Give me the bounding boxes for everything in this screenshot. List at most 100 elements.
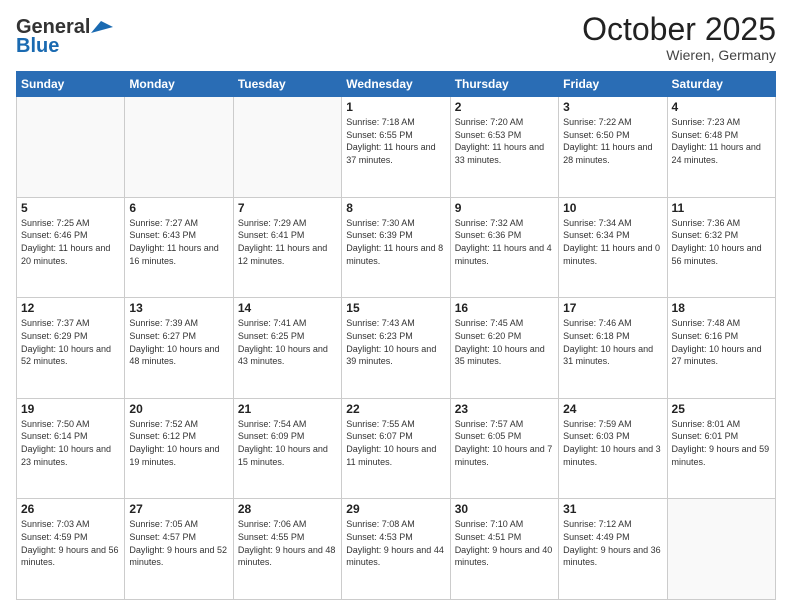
- day-number: 14: [238, 301, 337, 315]
- calendar-cell: 12 Sunrise: 7:37 AM Sunset: 6:29 PM Dayli…: [17, 298, 125, 399]
- calendar-cell: 31 Sunrise: 7:12 AM Sunset: 4:49 PM Dayli…: [559, 499, 667, 600]
- day-info: Sunrise: 7:54 AM Sunset: 6:09 PM Dayligh…: [238, 418, 337, 468]
- day-info: Sunrise: 7:03 AM Sunset: 4:59 PM Dayligh…: [21, 518, 120, 568]
- day-info: Sunrise: 7:34 AM Sunset: 6:34 PM Dayligh…: [563, 217, 662, 267]
- day-info: Sunrise: 7:12 AM Sunset: 4:49 PM Dayligh…: [563, 518, 662, 568]
- day-info: Sunrise: 7:50 AM Sunset: 6:14 PM Dayligh…: [21, 418, 120, 468]
- calendar-week-3: 12 Sunrise: 7:37 AM Sunset: 6:29 PM Dayli…: [17, 298, 776, 399]
- day-of-week-sunday: Sunday: [17, 72, 125, 97]
- day-info: Sunrise: 7:37 AM Sunset: 6:29 PM Dayligh…: [21, 317, 120, 367]
- day-of-week-monday: Monday: [125, 72, 233, 97]
- calendar-cell: 23 Sunrise: 7:57 AM Sunset: 6:05 PM Dayli…: [450, 398, 558, 499]
- calendar-cell: 20 Sunrise: 7:52 AM Sunset: 6:12 PM Dayli…: [125, 398, 233, 499]
- day-info: Sunrise: 7:57 AM Sunset: 6:05 PM Dayligh…: [455, 418, 554, 468]
- calendar-cell: [667, 499, 775, 600]
- page: General Blue October 2025 Wieren, German…: [0, 0, 792, 612]
- calendar-cell: 11Sunrise: 7:36 AM Sunset: 6:32 PM Dayli…: [667, 197, 775, 298]
- calendar-week-2: 5 Sunrise: 7:25 AM Sunset: 6:46 PM Daylig…: [17, 197, 776, 298]
- calendar-cell: 16 Sunrise: 7:45 AM Sunset: 6:20 PM Dayli…: [450, 298, 558, 399]
- day-of-week-tuesday: Tuesday: [233, 72, 341, 97]
- day-info: Sunrise: 7:46 AM Sunset: 6:18 PM Dayligh…: [563, 317, 662, 367]
- day-of-week-thursday: Thursday: [450, 72, 558, 97]
- calendar-cell: 9 Sunrise: 7:32 AM Sunset: 6:36 PM Daylig…: [450, 197, 558, 298]
- day-of-week-friday: Friday: [559, 72, 667, 97]
- calendar-cell: 25 Sunrise: 8:01 AM Sunset: 6:01 PM Dayli…: [667, 398, 775, 499]
- day-number: 9: [455, 201, 554, 215]
- day-number: 16: [455, 301, 554, 315]
- day-number: 19: [21, 402, 120, 416]
- calendar-cell: 7 Sunrise: 7:29 AM Sunset: 6:41 PM Daylig…: [233, 197, 341, 298]
- day-number: 5: [21, 201, 120, 215]
- calendar-cell: 27 Sunrise: 7:05 AM Sunset: 4:57 PM Dayli…: [125, 499, 233, 600]
- day-info: Sunrise: 7:55 AM Sunset: 6:07 PM Dayligh…: [346, 418, 445, 468]
- calendar-cell: [125, 97, 233, 198]
- day-number: 11: [672, 201, 771, 215]
- day-number: 8: [346, 201, 445, 215]
- day-info: Sunrise: 7:05 AM Sunset: 4:57 PM Dayligh…: [129, 518, 228, 568]
- calendar-week-5: 26 Sunrise: 7:03 AM Sunset: 4:59 PM Dayli…: [17, 499, 776, 600]
- calendar-week-1: 1 Sunrise: 7:18 AM Sunset: 6:55 PM Daylig…: [17, 97, 776, 198]
- day-info: Sunrise: 7:18 AM Sunset: 6:55 PM Dayligh…: [346, 116, 445, 166]
- day-number: 12: [21, 301, 120, 315]
- day-info: Sunrise: 7:52 AM Sunset: 6:12 PM Dayligh…: [129, 418, 228, 468]
- day-info: Sunrise: 7:45 AM Sunset: 6:20 PM Dayligh…: [455, 317, 554, 367]
- day-info: Sunrise: 7:41 AM Sunset: 6:25 PM Dayligh…: [238, 317, 337, 367]
- day-info: Sunrise: 7:29 AM Sunset: 6:41 PM Dayligh…: [238, 217, 337, 267]
- calendar-cell: 8 Sunrise: 7:30 AM Sunset: 6:39 PM Daylig…: [342, 197, 450, 298]
- calendar-cell: 10Sunrise: 7:34 AM Sunset: 6:34 PM Dayli…: [559, 197, 667, 298]
- calendar-table: SundayMondayTuesdayWednesdayThursdayFrid…: [16, 71, 776, 600]
- day-number: 27: [129, 502, 228, 516]
- day-number: 25: [672, 402, 771, 416]
- day-info: Sunrise: 7:10 AM Sunset: 4:51 PM Dayligh…: [455, 518, 554, 568]
- day-info: Sunrise: 7:30 AM Sunset: 6:39 PM Dayligh…: [346, 217, 445, 267]
- calendar-cell: 18Sunrise: 7:48 AM Sunset: 6:16 PM Dayli…: [667, 298, 775, 399]
- calendar-cell: 28Sunrise: 7:06 AM Sunset: 4:55 PM Dayli…: [233, 499, 341, 600]
- day-info: Sunrise: 7:39 AM Sunset: 6:27 PM Dayligh…: [129, 317, 228, 367]
- day-number: 3: [563, 100, 662, 114]
- calendar-cell: 15Sunrise: 7:43 AM Sunset: 6:23 PM Dayli…: [342, 298, 450, 399]
- day-info: Sunrise: 7:59 AM Sunset: 6:03 PM Dayligh…: [563, 418, 662, 468]
- calendar-header-row: SundayMondayTuesdayWednesdayThursdayFrid…: [17, 72, 776, 97]
- calendar-cell: 3 Sunrise: 7:22 AM Sunset: 6:50 PM Daylig…: [559, 97, 667, 198]
- location: Wieren, Germany: [582, 47, 776, 63]
- day-number: 4: [672, 100, 771, 114]
- day-info: Sunrise: 7:32 AM Sunset: 6:36 PM Dayligh…: [455, 217, 554, 267]
- calendar-cell: 30 Sunrise: 7:10 AM Sunset: 4:51 PM Dayli…: [450, 499, 558, 600]
- day-info: Sunrise: 7:27 AM Sunset: 6:43 PM Dayligh…: [129, 217, 228, 267]
- logo: General Blue: [16, 12, 113, 58]
- day-number: 20: [129, 402, 228, 416]
- day-info: Sunrise: 7:20 AM Sunset: 6:53 PM Dayligh…: [455, 116, 554, 166]
- title-block: October 2025 Wieren, Germany: [582, 12, 776, 63]
- calendar-cell: 17 Sunrise: 7:46 AM Sunset: 6:18 PM Dayli…: [559, 298, 667, 399]
- day-info: Sunrise: 7:08 AM Sunset: 4:53 PM Dayligh…: [346, 518, 445, 568]
- calendar-cell: 14 Sunrise: 7:41 AM Sunset: 6:25 PM Dayli…: [233, 298, 341, 399]
- day-info: Sunrise: 7:22 AM Sunset: 6:50 PM Dayligh…: [563, 116, 662, 166]
- calendar-cell: [233, 97, 341, 198]
- day-of-week-wednesday: Wednesday: [342, 72, 450, 97]
- day-info: Sunrise: 7:25 AM Sunset: 6:46 PM Dayligh…: [21, 217, 120, 267]
- day-number: 31: [563, 502, 662, 516]
- day-of-week-saturday: Saturday: [667, 72, 775, 97]
- day-number: 23: [455, 402, 554, 416]
- day-number: 17: [563, 301, 662, 315]
- day-number: 26: [21, 502, 120, 516]
- calendar-cell: 4 Sunrise: 7:23 AM Sunset: 6:48 PM Daylig…: [667, 97, 775, 198]
- day-number: 7: [238, 201, 337, 215]
- day-number: 29: [346, 502, 445, 516]
- day-number: 30: [455, 502, 554, 516]
- calendar-cell: 22 Sunrise: 7:55 AM Sunset: 6:07 PM Dayli…: [342, 398, 450, 499]
- calendar-cell: 29 Sunrise: 7:08 AM Sunset: 4:53 PM Dayli…: [342, 499, 450, 600]
- day-info: Sunrise: 7:48 AM Sunset: 6:16 PM Dayligh…: [672, 317, 771, 367]
- calendar-cell: 26 Sunrise: 7:03 AM Sunset: 4:59 PM Dayli…: [17, 499, 125, 600]
- header: General Blue October 2025 Wieren, German…: [16, 12, 776, 63]
- day-number: 24: [563, 402, 662, 416]
- calendar-cell: 21Sunrise: 7:54 AM Sunset: 6:09 PM Dayli…: [233, 398, 341, 499]
- logo-blue-text: Blue: [16, 35, 59, 58]
- day-info: Sunrise: 7:23 AM Sunset: 6:48 PM Dayligh…: [672, 116, 771, 166]
- calendar-cell: 13Sunrise: 7:39 AM Sunset: 6:27 PM Dayli…: [125, 298, 233, 399]
- calendar-cell: 6Sunrise: 7:27 AM Sunset: 6:43 PM Daylig…: [125, 197, 233, 298]
- day-number: 22: [346, 402, 445, 416]
- day-number: 1: [346, 100, 445, 114]
- day-number: 28: [238, 502, 337, 516]
- day-info: Sunrise: 8:01 AM Sunset: 6:01 PM Dayligh…: [672, 418, 771, 468]
